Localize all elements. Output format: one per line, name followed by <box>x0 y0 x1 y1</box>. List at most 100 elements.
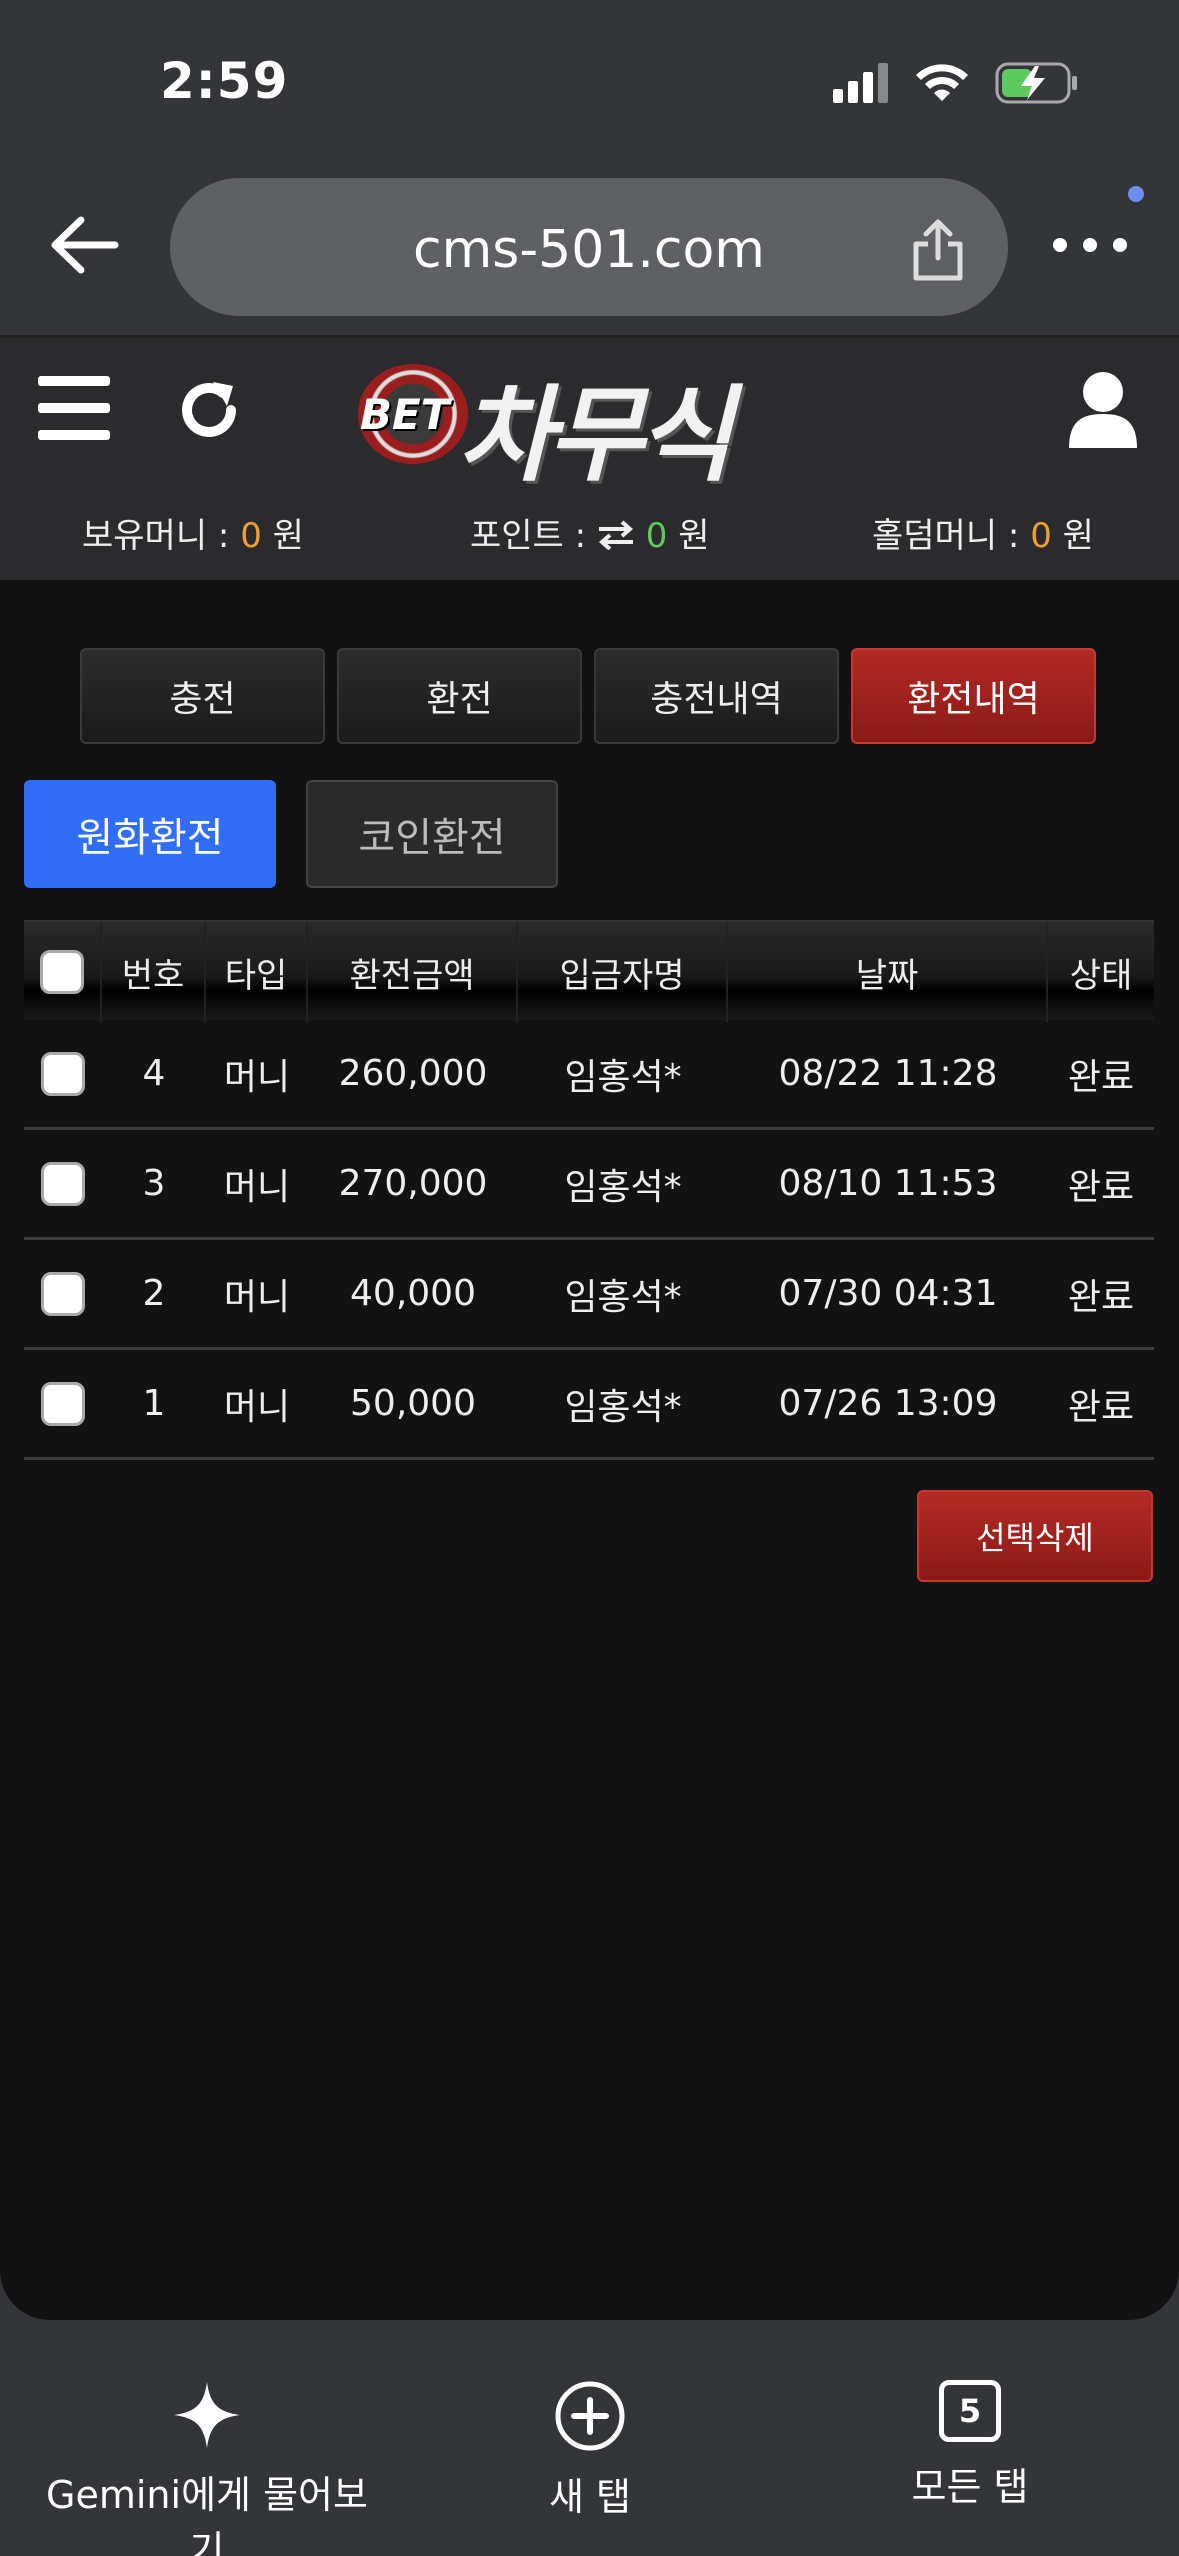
select-all-cell <box>24 922 102 1022</box>
logo-badge-text: BET <box>360 390 450 439</box>
money-label: 보유머니 : <box>82 516 230 556</box>
new-tab-button[interactable]: 새 탭 <box>500 2380 680 2521</box>
money-unit: 원 <box>272 516 304 556</box>
cell-type: 머니 <box>223 1056 291 1098</box>
cell-amount: 270,000 <box>338 1163 488 1204</box>
row-checkbox[interactable] <box>41 1381 85 1426</box>
cell-status: 완료 <box>1067 1056 1135 1098</box>
sparkle-icon <box>174 2382 240 2448</box>
cell-status: 완료 <box>1067 1276 1135 1318</box>
point-unit: 원 <box>678 516 710 556</box>
more-dots-icon[interactable] <box>1050 230 1130 260</box>
gemini-button[interactable]: Gemini에게 물어보기 <box>34 2380 380 2556</box>
back-arrow-icon[interactable] <box>45 210 125 280</box>
tab-bar: 충전 환전 충전내역 환전내역 <box>80 648 1096 744</box>
cell-number: 3 <box>142 1163 166 1204</box>
battery-charging-icon <box>995 62 1077 104</box>
notification-dot <box>1128 186 1144 202</box>
cell-type: 머니 <box>223 1166 291 1208</box>
cell-number: 4 <box>142 1053 166 1094</box>
cell-amount: 50,000 <box>350 1383 476 1424</box>
tab-deposit-history[interactable]: 충전내역 <box>594 648 839 744</box>
cell-date: 07/26 13:09 <box>778 1383 998 1424</box>
balance-bar: 보유머니 : 0 원 포인트 : 0 원 홀덤머니 : 0 원 <box>0 508 1179 558</box>
main-content: 충전 환전 충전내역 환전내역 원화환전 코인환전 번호 타입 환전금액 입금자… <box>0 580 1179 2320</box>
user-icon[interactable] <box>1067 370 1139 450</box>
cell-status: 완료 <box>1067 1166 1135 1208</box>
site-header: BET 차무식 보유머니 : 0 원 포인트 : 0 원 홀덤머니 : 0 원 <box>0 338 1179 580</box>
table-row: 1 머니 50,000 임홍석* 07/26 13:09 완료 <box>24 1350 1154 1460</box>
point-balance: 포인트 : 0 원 <box>470 508 709 557</box>
header-depositor: 입금자명 <box>518 922 728 1022</box>
cell-type: 머니 <box>223 1276 291 1318</box>
row-select-cell <box>24 1130 102 1237</box>
header-number: 번호 <box>102 922 206 1022</box>
cell-depositor: 임홍석* <box>564 1056 682 1098</box>
table-row: 3 머니 270,000 임홍석* 08/10 11:53 완료 <box>24 1130 1154 1240</box>
gemini-label: Gemini에게 물어보기 <box>46 2473 368 2556</box>
header-status: 상태 <box>1069 955 1133 996</box>
signal-icon <box>833 63 888 103</box>
point-label: 포인트 : <box>470 516 587 556</box>
cell-number: 2 <box>142 1273 166 1314</box>
browser-bar: cms-501.com <box>0 160 1179 338</box>
cell-depositor: 임홍석* <box>564 1386 682 1428</box>
plus-circle-icon <box>555 2381 625 2451</box>
browser-toolbar: Gemini에게 물어보기 새 탭 5 모든 탭 <box>0 2320 1179 2556</box>
status-bar: 2:59 <box>0 0 1179 160</box>
table-row: 4 머니 260,000 임홍석* 08/22 11:28 완료 <box>24 1020 1154 1130</box>
row-select-cell <box>24 1350 102 1457</box>
tab-count: 5 <box>958 2392 982 2430</box>
cell-date: 08/22 11:28 <box>778 1053 998 1094</box>
row-checkbox[interactable] <box>41 1161 85 1206</box>
tab-count-icon: 5 <box>939 2380 1001 2442</box>
cell-depositor: 임홍석* <box>564 1276 682 1318</box>
share-icon[interactable] <box>908 218 968 282</box>
tab-deposit[interactable]: 충전 <box>80 648 325 744</box>
money-balance: 보유머니 : 0 원 <box>82 508 304 557</box>
cell-number: 1 <box>142 1383 166 1424</box>
delete-selected-button[interactable]: 선택삭제 <box>917 1490 1153 1582</box>
status-icons <box>833 62 1079 104</box>
cell-status: 완료 <box>1067 1386 1135 1428</box>
table-row: 2 머니 40,000 임홍석* 07/30 04:31 완료 <box>24 1240 1154 1350</box>
new-tab-label: 새 탭 <box>549 2475 631 2519</box>
cell-date: 07/30 04:31 <box>778 1273 998 1314</box>
holdem-label: 홀덤머니 : <box>872 516 1020 556</box>
row-select-cell <box>24 1240 102 1347</box>
status-time: 2:59 <box>160 52 289 110</box>
tab-withdraw-history[interactable]: 환전내역 <box>851 648 1096 744</box>
logo-text: 차무식 <box>458 374 733 496</box>
cell-amount: 260,000 <box>338 1053 488 1094</box>
header-type: 타입 <box>206 922 308 1022</box>
holdem-balance: 홀덤머니 : 0 원 <box>872 508 1094 557</box>
row-select-cell <box>24 1020 102 1127</box>
exchange-arrows-icon[interactable] <box>597 520 635 551</box>
select-all-checkbox[interactable] <box>40 950 84 994</box>
url-text[interactable]: cms-501.com <box>170 220 1008 280</box>
subtab-krw-withdraw[interactable]: 원화환전 <box>24 780 276 888</box>
cell-type: 머니 <box>223 1386 291 1428</box>
refresh-icon[interactable] <box>175 376 243 444</box>
cell-depositor: 임홍석* <box>564 1166 682 1208</box>
subtab-bar: 원화환전 코인환전 <box>24 780 558 888</box>
subtab-coin-withdraw[interactable]: 코인환전 <box>306 780 558 888</box>
all-tabs-button[interactable]: 5 모든 탭 <box>880 2380 1060 2511</box>
row-checkbox[interactable] <box>41 1271 85 1316</box>
wifi-icon <box>916 64 968 101</box>
site-logo[interactable]: BET 차무식 <box>358 356 808 496</box>
point-value: 0 <box>645 516 668 556</box>
header-date: 날짜 <box>728 922 1048 1022</box>
header-amount: 환전금액 <box>308 922 518 1022</box>
holdem-value: 0 <box>1030 516 1052 556</box>
menu-icon[interactable] <box>38 376 110 440</box>
holdem-unit: 원 <box>1062 516 1094 556</box>
address-bar[interactable]: cms-501.com <box>170 178 1008 316</box>
cell-date: 08/10 11:53 <box>778 1163 998 1204</box>
withdraw-history-table: 번호 타입 환전금액 입금자명 날짜 상태 4 머니 260,000 임홍석* … <box>24 920 1154 1460</box>
table-header: 번호 타입 환전금액 입금자명 날짜 상태 <box>24 920 1154 1022</box>
tab-withdraw[interactable]: 환전 <box>337 648 582 744</box>
money-value: 0 <box>240 516 262 556</box>
cell-amount: 40,000 <box>350 1273 476 1314</box>
row-checkbox[interactable] <box>41 1051 85 1096</box>
